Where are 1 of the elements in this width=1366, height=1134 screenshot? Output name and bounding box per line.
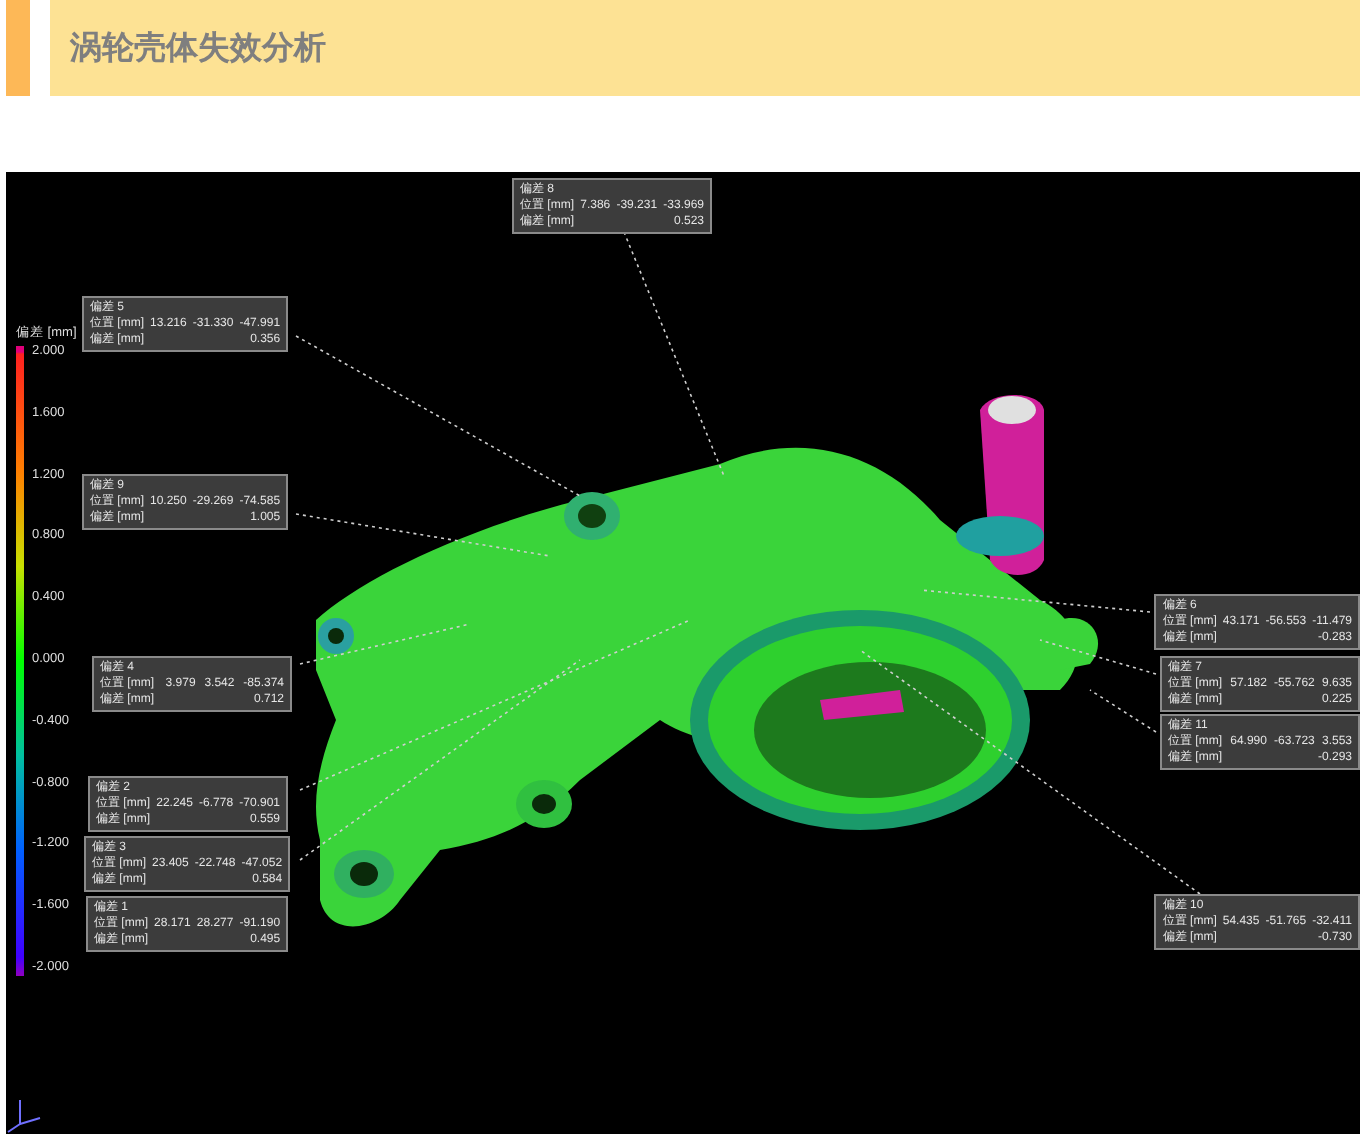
section-title: 涡轮壳体失效分析	[70, 27, 326, 69]
